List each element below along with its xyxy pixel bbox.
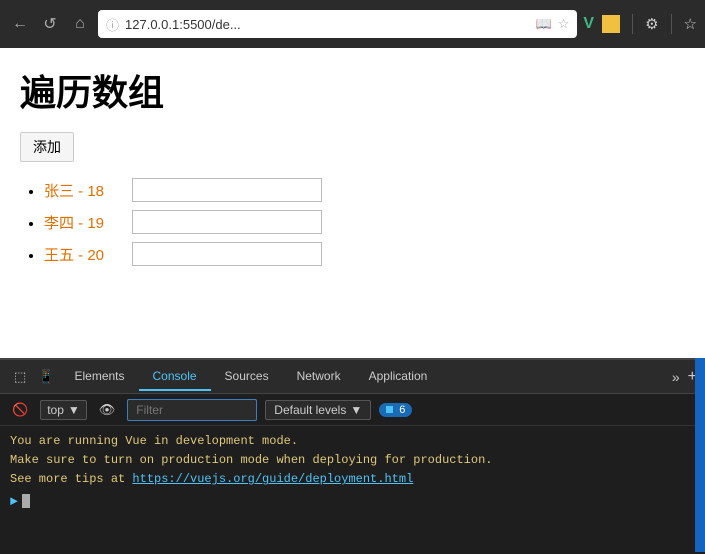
item-label-1: 李四 - 19 <box>44 212 124 233</box>
devtools-toolbar: 🚫 top ▼ 👁 Default levels ▼ 6 <box>0 394 705 426</box>
console-prompt-icon: ► <box>10 494 18 509</box>
vue-icon: V <box>583 15 594 33</box>
tab-network[interactable]: Network <box>283 363 355 391</box>
devtools-tabs: ⬚ 📱 Elements Console Sources Network App… <box>0 360 705 394</box>
item-input-2[interactable] <box>132 242 322 266</box>
browser-chrome: ← ↺ ⌂ ⓘ 127.0.0.1:5500/de... 📖 ☆ V ⚙ ☆ <box>0 0 705 48</box>
context-selector[interactable]: top ▼ <box>40 400 87 420</box>
add-button[interactable]: 添加 <box>20 132 74 162</box>
item-label-2: 王五 - 20 <box>44 244 124 265</box>
page-title: 遍历数组 <box>20 64 685 116</box>
back-button[interactable]: ← <box>8 15 32 33</box>
item-label-0: 张三 - 18 <box>44 180 124 201</box>
info-icon: ⓘ <box>106 15 119 34</box>
filter-input[interactable] <box>127 399 257 421</box>
refresh-button[interactable]: ↺ <box>38 14 62 34</box>
devtools-panel: ⬚ 📱 Elements Console Sources Network App… <box>0 358 705 552</box>
home-button[interactable]: ⌂ <box>68 15 92 33</box>
devtools-right-bar <box>695 358 705 552</box>
item-row-1: 李四 - 19 <box>44 210 685 234</box>
error-count-badge: 6 <box>379 403 412 417</box>
item-input-0[interactable] <box>132 178 322 202</box>
address-bar[interactable]: ⓘ 127.0.0.1:5500/de... 📖 ☆ <box>98 10 577 38</box>
reader-icon: 📖 <box>536 16 552 32</box>
devtools-device-icon[interactable]: 📱 <box>32 369 60 385</box>
tab-application[interactable]: Application <box>355 363 442 391</box>
star-icon: ☆ <box>558 16 570 32</box>
list-item: 张三 - 18 <box>44 178 685 202</box>
item-row-0: 张三 - 18 <box>44 178 685 202</box>
separator <box>632 14 633 34</box>
console-prompt-row: ► <box>10 494 695 509</box>
log-levels-selector[interactable]: Default levels ▼ <box>265 400 371 420</box>
tab-console[interactable]: Console <box>139 363 211 391</box>
color-swatch-icon <box>602 15 620 33</box>
page-content: 遍历数组 添加 张三 - 18 李四 - 19 王五 - 20 <box>0 48 705 358</box>
devtools-inspect-icon[interactable]: ⬚ <box>8 369 32 385</box>
console-output: You are running Vue in development mode.… <box>0 426 705 554</box>
devtools-tab-extra: » + <box>672 368 697 386</box>
levels-label: Default levels <box>274 403 346 417</box>
chevron-down-icon: ▼ <box>68 403 80 417</box>
console-cursor[interactable] <box>22 494 30 508</box>
item-input-1[interactable] <box>132 210 322 234</box>
levels-chevron-icon: ▼ <box>350 403 362 417</box>
items-list: 张三 - 18 李四 - 19 王五 - 20 <box>20 178 685 266</box>
console-message-1: You are running Vue in development mode.… <box>10 432 695 490</box>
eye-icon[interactable]: 👁 <box>95 400 120 420</box>
badge-count: 6 <box>399 404 405 416</box>
list-item: 王五 - 20 <box>44 242 685 266</box>
url-text: 127.0.0.1:5500/de... <box>125 17 241 32</box>
badge-dot <box>386 406 393 413</box>
separator2 <box>671 14 672 34</box>
console-link[interactable]: https://vuejs.org/guide/deployment.html <box>132 472 413 486</box>
item-row-2: 王五 - 20 <box>44 242 685 266</box>
browser-toolbar-icons: V ⚙ ☆ <box>583 14 697 34</box>
tab-elements[interactable]: Elements <box>60 363 138 391</box>
top-label: top <box>47 403 64 417</box>
more-tabs-icon[interactable]: » <box>672 369 680 385</box>
clear-console-icon[interactable]: 🚫 <box>8 400 32 420</box>
menu-icon: ☆ <box>684 15 697 33</box>
tab-sources[interactable]: Sources <box>211 363 283 391</box>
list-item: 李四 - 19 <box>44 210 685 234</box>
extensions-icon: ⚙ <box>645 15 658 33</box>
